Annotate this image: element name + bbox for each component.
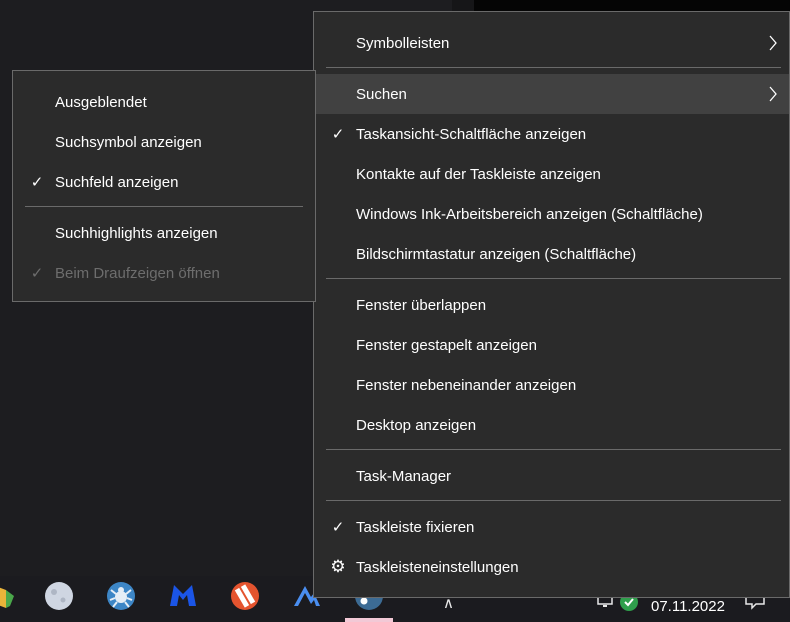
folder-app-icon[interactable] bbox=[0, 580, 18, 612]
menu-item-label: Taskleisteneinstellungen bbox=[356, 558, 519, 576]
menu-item-label: Suchfeld anzeigen bbox=[55, 173, 179, 191]
malwarebytes-icon[interactable] bbox=[167, 580, 199, 612]
menu-item-label: Kontakte auf der Taskleiste anzeigen bbox=[356, 165, 601, 183]
menu-item-label: Desktop anzeigen bbox=[356, 416, 477, 434]
menu-separator bbox=[25, 206, 303, 207]
chevron-right-icon bbox=[765, 74, 781, 114]
sync-app-icon[interactable] bbox=[229, 580, 261, 612]
menu-item-label: Bildschirmtastatur anzeigen (Schaltfläch… bbox=[356, 245, 637, 263]
submenu-item-draufzeigen: ✓ Beim Draufzeigen öffnen bbox=[13, 253, 315, 293]
moon-app-icon[interactable] bbox=[43, 580, 75, 612]
taskbar-context-menu: Symbolleisten Suchen ✓ Taskansicht-Schal… bbox=[313, 11, 790, 598]
menu-item-label: Suchsymbol anzeigen bbox=[55, 133, 202, 151]
submenu-item-suchhighlights[interactable]: Suchhighlights anzeigen bbox=[13, 213, 315, 253]
menu-item-label: Suchhighlights anzeigen bbox=[55, 224, 218, 242]
menu-separator bbox=[326, 500, 781, 501]
menu-separator bbox=[326, 449, 781, 450]
menu-item-fenster-ueberlappen[interactable]: Fenster überlappen bbox=[314, 285, 789, 325]
menu-item-kontakte[interactable]: Kontakte auf der Taskleiste anzeigen bbox=[314, 154, 789, 194]
menu-item-bildschirmtastatur[interactable]: Bildschirmtastatur anzeigen (Schaltfläch… bbox=[314, 234, 789, 274]
menu-item-fenster-gestapelt[interactable]: Fenster gestapelt anzeigen bbox=[314, 325, 789, 365]
gear-icon: ⚙ bbox=[330, 557, 346, 577]
menu-item-symbolleisten[interactable]: Symbolleisten bbox=[314, 23, 789, 63]
checkmark-icon: ✓ bbox=[331, 518, 345, 536]
menu-item-suchen[interactable]: Suchen bbox=[314, 74, 789, 114]
checkmark-icon: ✓ bbox=[30, 264, 44, 282]
menu-item-label: Task-Manager bbox=[356, 467, 452, 485]
menu-item-taskleisteneinstellungen[interactable]: ⚙ Taskleisteneinstellungen bbox=[314, 547, 789, 587]
spider-app-icon[interactable] bbox=[105, 580, 137, 612]
menu-item-label: Fenster gestapelt anzeigen bbox=[356, 336, 537, 354]
menu-item-label: Suchen bbox=[356, 85, 407, 103]
menu-item-label: Taskansicht-Schaltfläche anzeigen bbox=[356, 125, 587, 143]
submenu-item-suchsymbol[interactable]: Suchsymbol anzeigen bbox=[13, 122, 315, 162]
menu-separator bbox=[326, 67, 781, 68]
menu-item-label: Symbolleisten bbox=[356, 34, 450, 52]
taskbar-date[interactable]: 07.11.2022 bbox=[651, 598, 725, 615]
menu-item-label: Fenster nebeneinander anzeigen bbox=[356, 376, 577, 394]
menu-item-desktop-anzeigen[interactable]: Desktop anzeigen bbox=[314, 405, 789, 445]
menu-item-taskansicht[interactable]: ✓ Taskansicht-Schaltfläche anzeigen bbox=[314, 114, 789, 154]
active-app-indicator bbox=[345, 618, 393, 622]
menu-item-label: Windows Ink-Arbeitsbereich anzeigen (Sch… bbox=[356, 205, 703, 223]
menu-item-task-manager[interactable]: Task-Manager bbox=[314, 456, 789, 496]
checkmark-icon: ✓ bbox=[331, 125, 345, 143]
submenu-item-suchfeld[interactable]: ✓ Suchfeld anzeigen bbox=[13, 162, 315, 202]
menu-item-label: Fenster überlappen bbox=[356, 296, 487, 314]
menu-item-taskleiste-fixieren[interactable]: ✓ Taskleiste fixieren bbox=[314, 507, 789, 547]
menu-separator bbox=[326, 278, 781, 279]
search-submenu: Ausgeblendet Suchsymbol anzeigen ✓ Suchf… bbox=[12, 70, 316, 302]
chevron-right-icon bbox=[765, 23, 781, 63]
menu-item-label: Beim Draufzeigen öffnen bbox=[55, 264, 220, 282]
menu-item-label: Taskleiste fixieren bbox=[356, 518, 475, 536]
menu-item-fenster-nebeneinander[interactable]: Fenster nebeneinander anzeigen bbox=[314, 365, 789, 405]
submenu-item-ausgeblendet[interactable]: Ausgeblendet bbox=[13, 82, 315, 122]
menu-item-label: Ausgeblendet bbox=[55, 93, 147, 111]
menu-item-windows-ink[interactable]: Windows Ink-Arbeitsbereich anzeigen (Sch… bbox=[314, 194, 789, 234]
checkmark-icon: ✓ bbox=[30, 173, 44, 191]
